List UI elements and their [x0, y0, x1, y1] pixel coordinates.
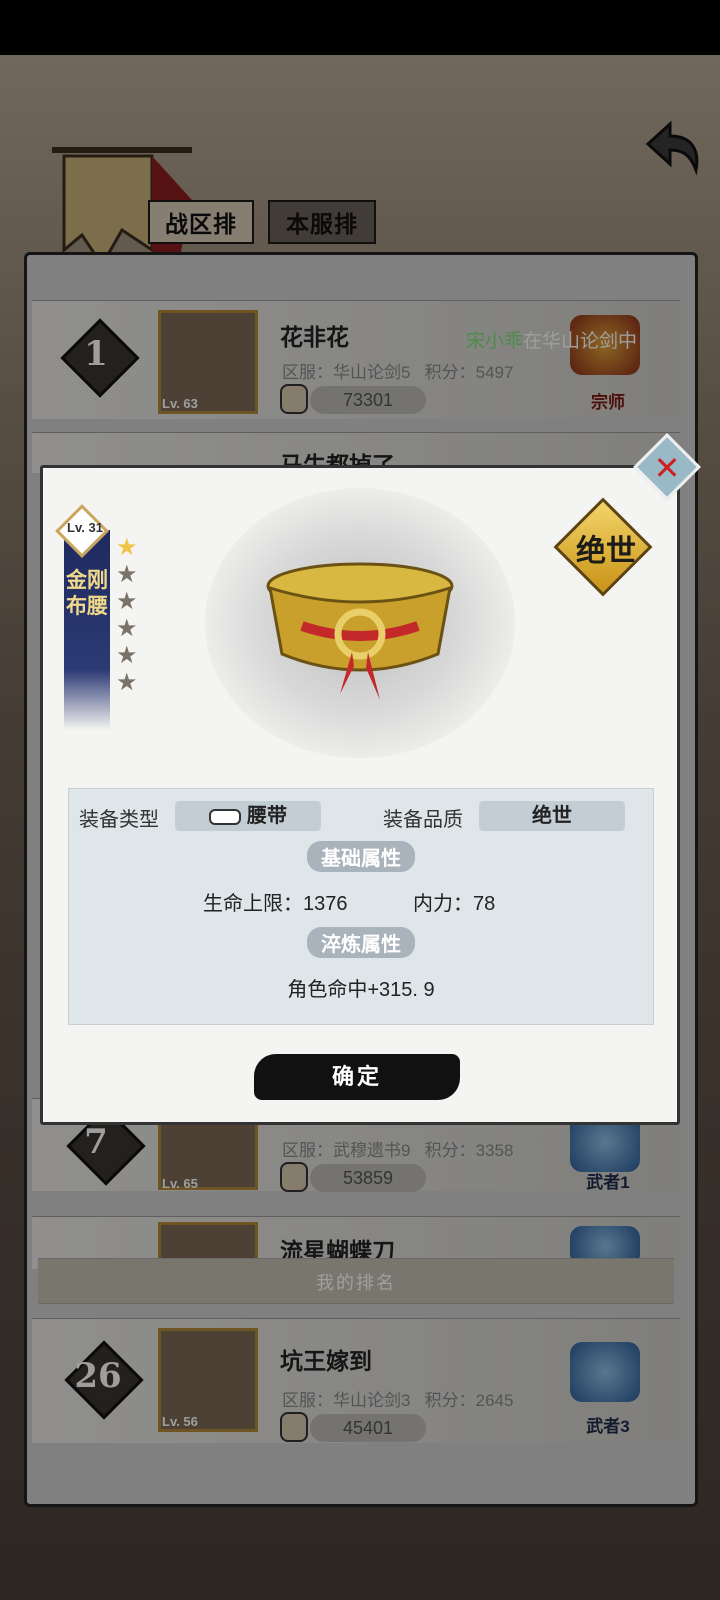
refine-attr-title: 淬炼属性: [69, 927, 653, 958]
item-name-ribbon: [64, 530, 110, 730]
hp-label: 生命上限：: [203, 893, 303, 915]
confirm-button[interactable]: 确定: [254, 1054, 460, 1100]
base-attr-title: 基础属性: [69, 841, 653, 872]
quality-label: 装备品质: [383, 809, 463, 831]
status-bar: [0, 0, 720, 55]
hp-value: 1376: [303, 893, 348, 915]
type-value-pill: 腰带: [175, 801, 321, 831]
star-icon: ★: [116, 588, 138, 615]
item-info-box: 装备类型 腰带 装备品质 绝世 基础属性 生命上限：1376 内力：78 淬炼属…: [68, 788, 654, 1025]
star-icon: ★: [116, 561, 138, 588]
quality-value: 绝世: [479, 801, 625, 831]
star-icon: ★: [116, 615, 138, 642]
refine-attr-label: 淬炼属性: [307, 927, 415, 958]
star-icon: ★: [116, 534, 138, 561]
inner-label: 内力：: [413, 893, 473, 915]
belt-mini-icon: [209, 808, 241, 825]
inner-stat: 内力：78: [413, 887, 495, 916]
inner-value: 78: [473, 893, 496, 915]
quality-badge-text: 绝世: [576, 534, 636, 569]
type-label: 装备类型: [79, 809, 159, 831]
item-level: Lv. 31: [67, 520, 103, 535]
star-icon: ★: [116, 642, 138, 669]
hp-stat: 生命上限：1376: [203, 887, 348, 916]
type-value: 腰带: [247, 805, 287, 827]
star-icon: ★: [116, 669, 138, 696]
refine-stat: 角色命中+315. 9: [287, 979, 435, 1001]
base-attr-label: 基础属性: [307, 841, 415, 872]
item-name: 金刚布腰: [66, 569, 108, 618]
close-icon[interactable]: ✕: [644, 446, 690, 490]
belt-icon: [266, 562, 454, 700]
